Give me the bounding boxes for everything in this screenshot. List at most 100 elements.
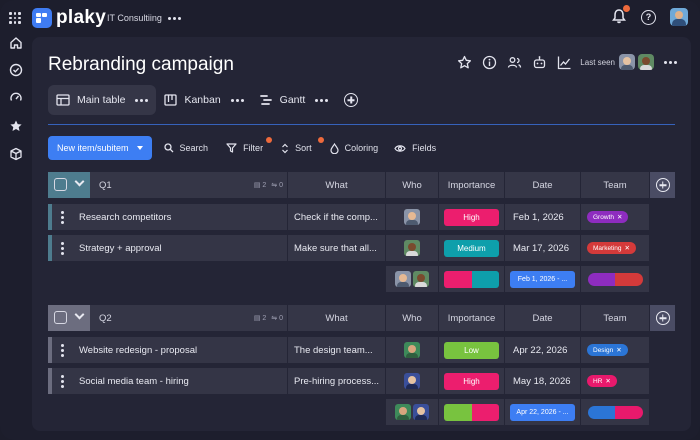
- select-all-cell[interactable]: [48, 305, 73, 331]
- who-cell[interactable]: [386, 368, 438, 394]
- avatar[interactable]: [413, 271, 429, 287]
- members-icon[interactable]: [507, 55, 522, 70]
- importance-cell[interactable]: Low: [439, 337, 504, 363]
- who-summary-cell[interactable]: [386, 266, 438, 292]
- importance-summary-cell[interactable]: [439, 266, 504, 292]
- what-cell[interactable]: The design team...: [288, 337, 385, 363]
- select-all-checkbox[interactable]: [54, 178, 67, 191]
- importance-summary-cell[interactable]: [439, 399, 504, 425]
- workspace-more-icon[interactable]: [168, 17, 181, 20]
- table-row[interactable]: Strategy + approval Make sure that all..…: [48, 235, 675, 261]
- sort-button[interactable]: Sort: [281, 136, 325, 154]
- star-icon[interactable]: [9, 119, 23, 133]
- importance-pill[interactable]: Low: [444, 341, 499, 359]
- avatar[interactable]: [395, 271, 411, 287]
- who-summary-cell[interactable]: [386, 399, 438, 425]
- fields-button[interactable]: Fields: [394, 143, 436, 153]
- team-tag[interactable]: Growth ✕: [587, 211, 629, 223]
- avatar[interactable]: [404, 209, 420, 225]
- team-summary-cell[interactable]: [581, 399, 649, 425]
- close-icon[interactable]: ✕: [605, 377, 610, 385]
- last-seen-avatars[interactable]: [619, 54, 654, 70]
- avatar[interactable]: [404, 342, 420, 358]
- group-name-cell[interactable]: Q1 ▤ 2 ⇋ 0: [90, 172, 287, 198]
- close-icon[interactable]: ✕: [617, 213, 622, 221]
- row-menu-icon[interactable]: [61, 211, 64, 224]
- check-circle-icon[interactable]: [9, 63, 23, 77]
- who-cell[interactable]: [386, 337, 438, 363]
- item-name-cell[interactable]: Strategy + approval: [48, 235, 287, 261]
- row-menu-icon[interactable]: [61, 375, 64, 388]
- team-tag[interactable]: Marketing ✕: [587, 242, 636, 254]
- workspace-name[interactable]: IT Consultiing: [107, 13, 162, 23]
- column-header-date[interactable]: Date: [505, 305, 580, 331]
- plaky-logo[interactable]: plaky: [32, 8, 106, 28]
- group-name[interactable]: Q1: [99, 180, 112, 191]
- column-header-team[interactable]: Team: [581, 305, 649, 331]
- item-name[interactable]: Strategy + approval: [79, 243, 162, 254]
- date-range-pill[interactable]: Apr 22, 2026 - ...: [510, 403, 575, 421]
- date-cell[interactable]: Apr 22, 2026: [505, 337, 580, 363]
- date-summary-cell[interactable]: Feb 1, 2026 - ...: [505, 266, 580, 292]
- table-row[interactable]: Research competitors Check if the comp..…: [48, 204, 675, 230]
- tab-more-icon[interactable]: [315, 98, 329, 102]
- avatar[interactable]: [619, 54, 635, 70]
- close-icon[interactable]: ✕: [625, 244, 630, 252]
- team-cell[interactable]: HR ✕: [581, 368, 649, 394]
- tab-more-icon[interactable]: [135, 98, 149, 102]
- add-view-icon[interactable]: [344, 93, 359, 107]
- team-cell[interactable]: Marketing ✕: [581, 235, 649, 261]
- importance-cell[interactable]: Medium: [439, 235, 504, 261]
- who-cell[interactable]: [386, 235, 438, 261]
- home-icon[interactable]: [9, 36, 23, 50]
- bell-icon[interactable]: [611, 5, 630, 26]
- tab-more-icon[interactable]: [230, 98, 244, 102]
- row-menu-icon[interactable]: [61, 242, 64, 255]
- search-button[interactable]: Search: [163, 143, 208, 153]
- chevron-down-icon[interactable]: [136, 146, 143, 150]
- automation-robot-icon[interactable]: [532, 55, 547, 70]
- item-name[interactable]: Research competitors: [79, 212, 171, 223]
- team-summary-cell[interactable]: [581, 266, 649, 292]
- importance-cell[interactable]: High: [439, 204, 504, 230]
- column-header-importance[interactable]: Importance: [439, 172, 504, 198]
- row-menu-icon[interactable]: [61, 344, 64, 357]
- date-cell[interactable]: Feb 1, 2026: [505, 204, 580, 230]
- column-header-importance[interactable]: Importance: [439, 305, 504, 331]
- select-all-cell[interactable]: [48, 172, 73, 198]
- select-all-checkbox[interactable]: [54, 311, 67, 324]
- help-icon[interactable]: ?: [641, 9, 656, 25]
- importance-pill[interactable]: Medium: [444, 239, 499, 257]
- importance-distribution-bar[interactable]: [444, 403, 499, 421]
- importance-distribution-bar[interactable]: [444, 270, 499, 288]
- what-cell[interactable]: Pre-hiring process...: [288, 368, 385, 394]
- avatar[interactable]: [638, 54, 654, 70]
- tab-kanban[interactable]: Kanban: [156, 85, 251, 115]
- date-cell[interactable]: May 18, 2026: [505, 368, 580, 394]
- tab-main-table[interactable]: Main table: [48, 85, 157, 115]
- add-column-button[interactable]: [650, 172, 675, 198]
- column-header-team[interactable]: Team: [581, 172, 649, 198]
- item-name[interactable]: Social media team - hiring: [79, 376, 189, 387]
- column-header-who[interactable]: Who: [386, 172, 438, 198]
- user-avatar[interactable]: [670, 8, 688, 26]
- item-name-cell[interactable]: Website redesign - proposal: [48, 337, 287, 363]
- column-header-date[interactable]: Date: [505, 172, 580, 198]
- importance-pill[interactable]: High: [444, 372, 499, 390]
- team-cell[interactable]: Design ✕: [581, 337, 649, 363]
- team-distribution-bar[interactable]: [587, 272, 643, 286]
- avatar[interactable]: [413, 404, 429, 420]
- column-header-what[interactable]: What: [288, 172, 385, 198]
- date-summary-cell[interactable]: Apr 22, 2026 - ...: [505, 399, 580, 425]
- importance-pill[interactable]: High: [444, 208, 499, 226]
- who-cell[interactable]: [386, 204, 438, 230]
- collapse-cell[interactable]: [73, 305, 90, 331]
- coloring-button[interactable]: Coloring: [329, 142, 378, 154]
- date-cell[interactable]: Mar 17, 2026: [505, 235, 580, 261]
- collapse-cell[interactable]: [73, 172, 90, 198]
- team-cell[interactable]: Growth ✕: [581, 204, 649, 230]
- avatar[interactable]: [404, 373, 420, 389]
- importance-cell[interactable]: High: [439, 368, 504, 394]
- new-item-button[interactable]: New item/subitem: [48, 136, 152, 160]
- what-cell[interactable]: Make sure that all...: [288, 235, 385, 261]
